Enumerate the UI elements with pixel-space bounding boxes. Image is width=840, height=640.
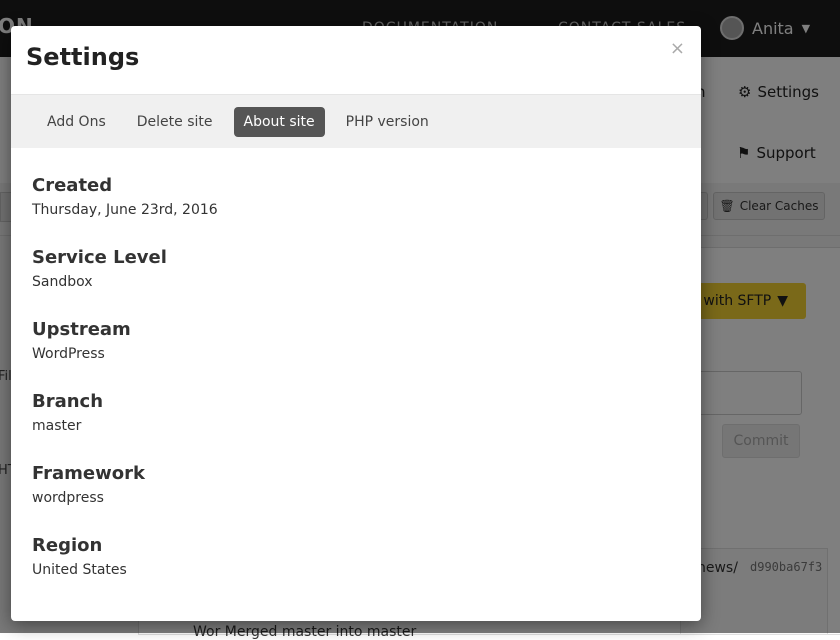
about-site-panel: Created Thursday, June 23rd, 2016 Servic…: [11, 148, 701, 606]
region-value: United States: [32, 562, 127, 578]
framework-label: Framework: [32, 463, 145, 484]
service-level-label: Service Level: [32, 247, 167, 268]
close-icon[interactable]: ×: [670, 38, 685, 59]
created-label: Created: [32, 175, 113, 196]
settings-modal: Settings × Add Ons Delete site About sit…: [11, 26, 701, 621]
framework-value: wordpress: [32, 490, 104, 506]
tab-delete-site[interactable]: Delete site: [127, 107, 223, 137]
settings-tabs: Add Ons Delete site About site PHP versi…: [11, 95, 701, 148]
modal-header: Settings ×: [11, 26, 701, 95]
created-value: Thursday, June 23rd, 2016: [32, 202, 218, 218]
upstream-value: WordPress: [32, 346, 105, 362]
branch-label: Branch: [32, 391, 104, 412]
tab-add-ons[interactable]: Add Ons: [37, 107, 116, 137]
upstream-label: Upstream: [32, 319, 131, 340]
service-level-value: Sandbox: [32, 274, 93, 290]
region-label: Region: [32, 535, 103, 556]
tab-about-site[interactable]: About site: [233, 106, 325, 137]
tab-php-version[interactable]: PHP version: [336, 107, 439, 137]
modal-title: Settings: [26, 43, 140, 71]
branch-value: master: [32, 418, 82, 434]
